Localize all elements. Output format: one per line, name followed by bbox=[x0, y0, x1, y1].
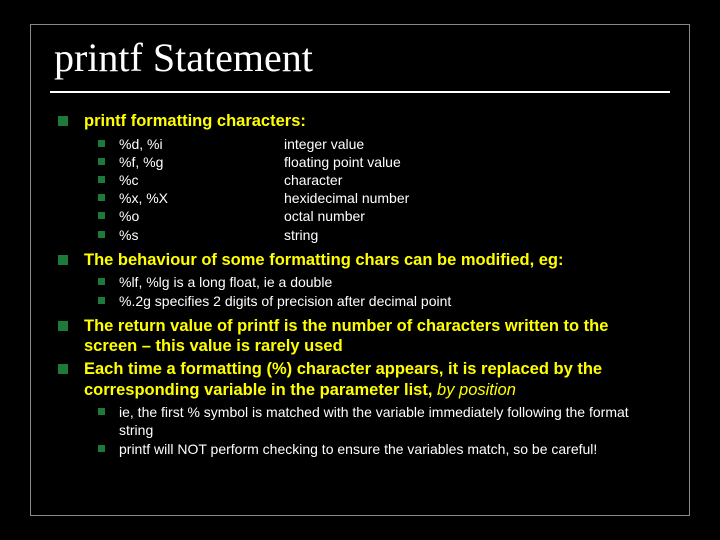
list-item: printf will NOT perform checking to ensu… bbox=[98, 440, 666, 458]
format-spec: %c bbox=[119, 171, 284, 189]
format-desc: octal number bbox=[284, 207, 365, 225]
slide: printf Statement printf formatting chara… bbox=[0, 0, 720, 540]
list-item: %.2g specifies 2 digits of precision aft… bbox=[98, 292, 666, 310]
section-heading: The behaviour of some formatting chars c… bbox=[84, 250, 564, 271]
bullet-icon bbox=[98, 212, 105, 219]
list-item: %ccharacter bbox=[98, 171, 666, 189]
bullet-icon bbox=[98, 194, 105, 201]
sub-item-text: ie, the first % symbol is matched with t… bbox=[119, 403, 666, 439]
bullet-icon bbox=[98, 231, 105, 238]
bullet-icon bbox=[58, 116, 68, 126]
sub-list: %lf, %lg is a long float, ie a double %.… bbox=[98, 273, 666, 309]
bullet-icon bbox=[98, 445, 105, 452]
format-desc: string bbox=[284, 226, 318, 244]
slide-title: printf Statement bbox=[40, 30, 680, 91]
list-item: %lf, %lg is a long float, ie a double bbox=[98, 273, 666, 291]
format-desc: integer value bbox=[284, 135, 364, 153]
sub-list: %d, %iinteger value %f, %gfloating point… bbox=[98, 135, 666, 244]
list-item: printf formatting characters: bbox=[58, 111, 666, 132]
slide-content: printf formatting characters: %d, %iinte… bbox=[40, 111, 680, 458]
format-spec: %d, %i bbox=[119, 135, 284, 153]
bullet-icon bbox=[98, 140, 105, 147]
list-item: %x, %Xhexidecimal number bbox=[98, 189, 666, 207]
bullet-icon bbox=[58, 321, 68, 331]
bullet-icon bbox=[58, 364, 68, 374]
section-heading: The return value of printf is the number… bbox=[84, 316, 666, 357]
sub-item-text: %.2g specifies 2 digits of precision aft… bbox=[119, 292, 451, 310]
bullet-icon bbox=[98, 408, 105, 415]
list-item: %d, %iinteger value bbox=[98, 135, 666, 153]
format-desc: character bbox=[284, 171, 342, 189]
sub-item-text: printf will NOT perform checking to ensu… bbox=[119, 440, 597, 458]
list-item: %ooctal number bbox=[98, 207, 666, 225]
format-spec: %o bbox=[119, 207, 284, 225]
list-item: The behaviour of some formatting chars c… bbox=[58, 250, 666, 271]
format-spec: %s bbox=[119, 226, 284, 244]
list-item: %sstring bbox=[98, 226, 666, 244]
list-item: ie, the first % symbol is matched with t… bbox=[98, 403, 666, 439]
bullet-icon bbox=[98, 278, 105, 285]
bullet-icon bbox=[98, 297, 105, 304]
sub-item-text: %lf, %lg is a long float, ie a double bbox=[119, 273, 332, 291]
format-spec: %f, %g bbox=[119, 153, 284, 171]
bullet-icon bbox=[98, 158, 105, 165]
section-heading: printf formatting characters: bbox=[84, 111, 306, 132]
format-desc: hexidecimal number bbox=[284, 189, 409, 207]
bullet-icon bbox=[98, 176, 105, 183]
bullet-icon bbox=[58, 255, 68, 265]
section-heading: Each time a formatting (%) character app… bbox=[84, 359, 666, 400]
list-item: Each time a formatting (%) character app… bbox=[58, 359, 666, 400]
sub-list: ie, the first % symbol is matched with t… bbox=[98, 403, 666, 458]
bullet-list: printf formatting characters: %d, %iinte… bbox=[58, 111, 666, 458]
list-item: The return value of printf is the number… bbox=[58, 316, 666, 357]
title-rule bbox=[50, 91, 670, 93]
format-spec: %x, %X bbox=[119, 189, 284, 207]
format-desc: floating point value bbox=[284, 153, 401, 171]
list-item: %f, %gfloating point value bbox=[98, 153, 666, 171]
